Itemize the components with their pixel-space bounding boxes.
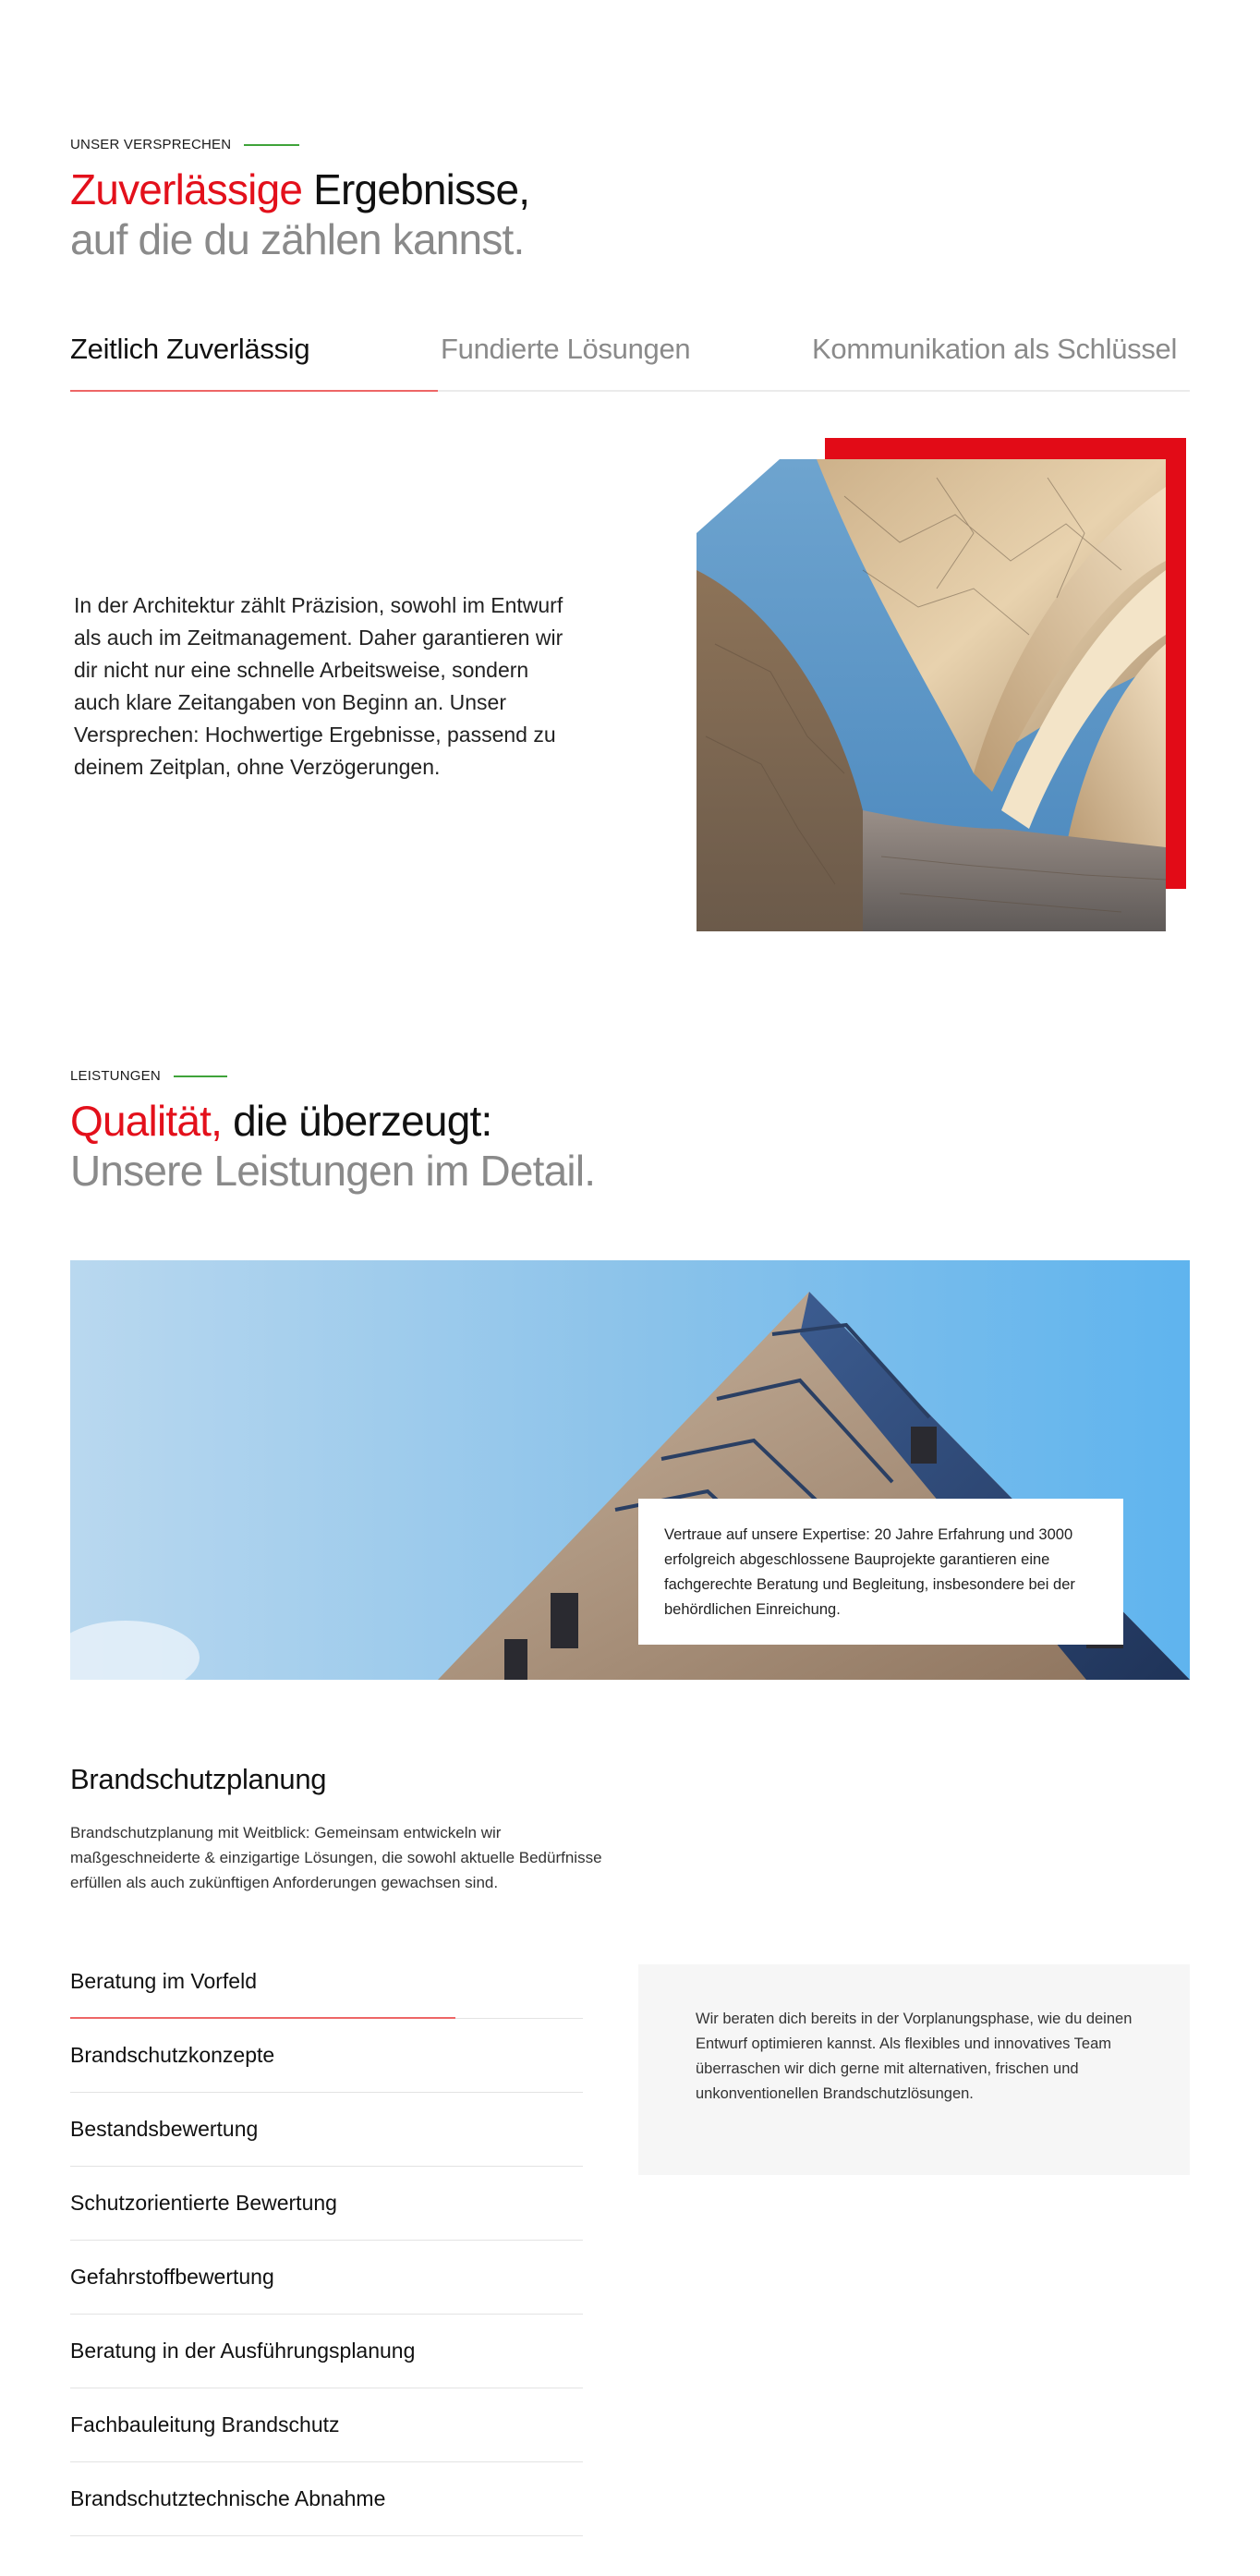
services-list: Beratung im Vorfeld Brandschutzkonzepte … bbox=[70, 1945, 583, 2536]
promise-description: In der Architektur zählt Präzision, sowo… bbox=[74, 593, 563, 779]
list-item-abnahme[interactable]: Brandschutztechnische Abnahme bbox=[70, 2462, 583, 2536]
list-item-bestandsbewertung[interactable]: Bestandsbewertung bbox=[70, 2093, 583, 2167]
heading-sub: auf die du zählen kannst. bbox=[70, 215, 525, 263]
eyebrow-divider bbox=[173, 1075, 227, 1077]
tab-fundierte-loesungen[interactable]: Fundierte Lösungen bbox=[441, 333, 691, 366]
heading-sub: Unsere Leistungen im Detail. bbox=[70, 1147, 596, 1195]
list-item-beratung-vorfeld[interactable]: Beratung im Vorfeld bbox=[70, 1945, 583, 2019]
list-item-gefahrstoffbewertung[interactable]: Gefahrstoffbewertung bbox=[70, 2241, 583, 2315]
architecture-image bbox=[697, 459, 1166, 931]
heading-main: die überzeugt: bbox=[222, 1097, 492, 1145]
promise-heading: Zuverlässige Ergebnisse, auf die du zähl… bbox=[70, 164, 530, 264]
expertise-card: Vertraue auf unsere Expertise: 20 Jahre … bbox=[638, 1499, 1123, 1645]
section-eyebrow-services: LEISTUNGEN bbox=[70, 1068, 227, 1084]
list-item-fachbauleitung[interactable]: Fachbauleitung Brandschutz bbox=[70, 2388, 583, 2462]
tab-zeitlich-zuverlaessig[interactable]: Zeitlich Zuverlässig bbox=[70, 333, 310, 366]
active-tab-indicator bbox=[70, 390, 438, 392]
eyebrow-label: UNSER VERSPRECHEN bbox=[70, 137, 232, 152]
service-detail-box: Wir beraten dich bereits in der Vorplanu… bbox=[638, 1964, 1190, 2175]
heading-main: Ergebnisse, bbox=[302, 165, 530, 213]
list-item-ausfuehrungsplanung[interactable]: Beratung in der Ausführungsplanung bbox=[70, 2315, 583, 2388]
brandschutz-description: Brandschutzplanung mit Weitblick: Gemein… bbox=[70, 1824, 602, 1891]
heading-accent: Zuverlässige bbox=[70, 165, 303, 213]
list-item-schutzorientierte-bewertung[interactable]: Schutzorientierte Bewertung bbox=[70, 2167, 583, 2241]
tab-kommunikation[interactable]: Kommunikation als Schlüssel bbox=[812, 333, 1177, 366]
promise-tabs: Zeitlich Zuverlässig Fundierte Lösungen … bbox=[70, 318, 1190, 392]
eyebrow-divider bbox=[244, 143, 300, 146]
services-heading: Qualität, die überzeugt: Unsere Leistung… bbox=[70, 1096, 596, 1196]
brandschutz-title: Brandschutzplanung bbox=[70, 1763, 327, 1795]
heading-accent: Qualität, bbox=[70, 1097, 223, 1145]
eyebrow-label: LEISTUNGEN bbox=[70, 1068, 161, 1084]
section-eyebrow-promise: UNSER VERSPRECHEN bbox=[70, 137, 300, 152]
list-item-brandschutzkonzepte[interactable]: Brandschutzkonzepte bbox=[70, 2019, 583, 2093]
